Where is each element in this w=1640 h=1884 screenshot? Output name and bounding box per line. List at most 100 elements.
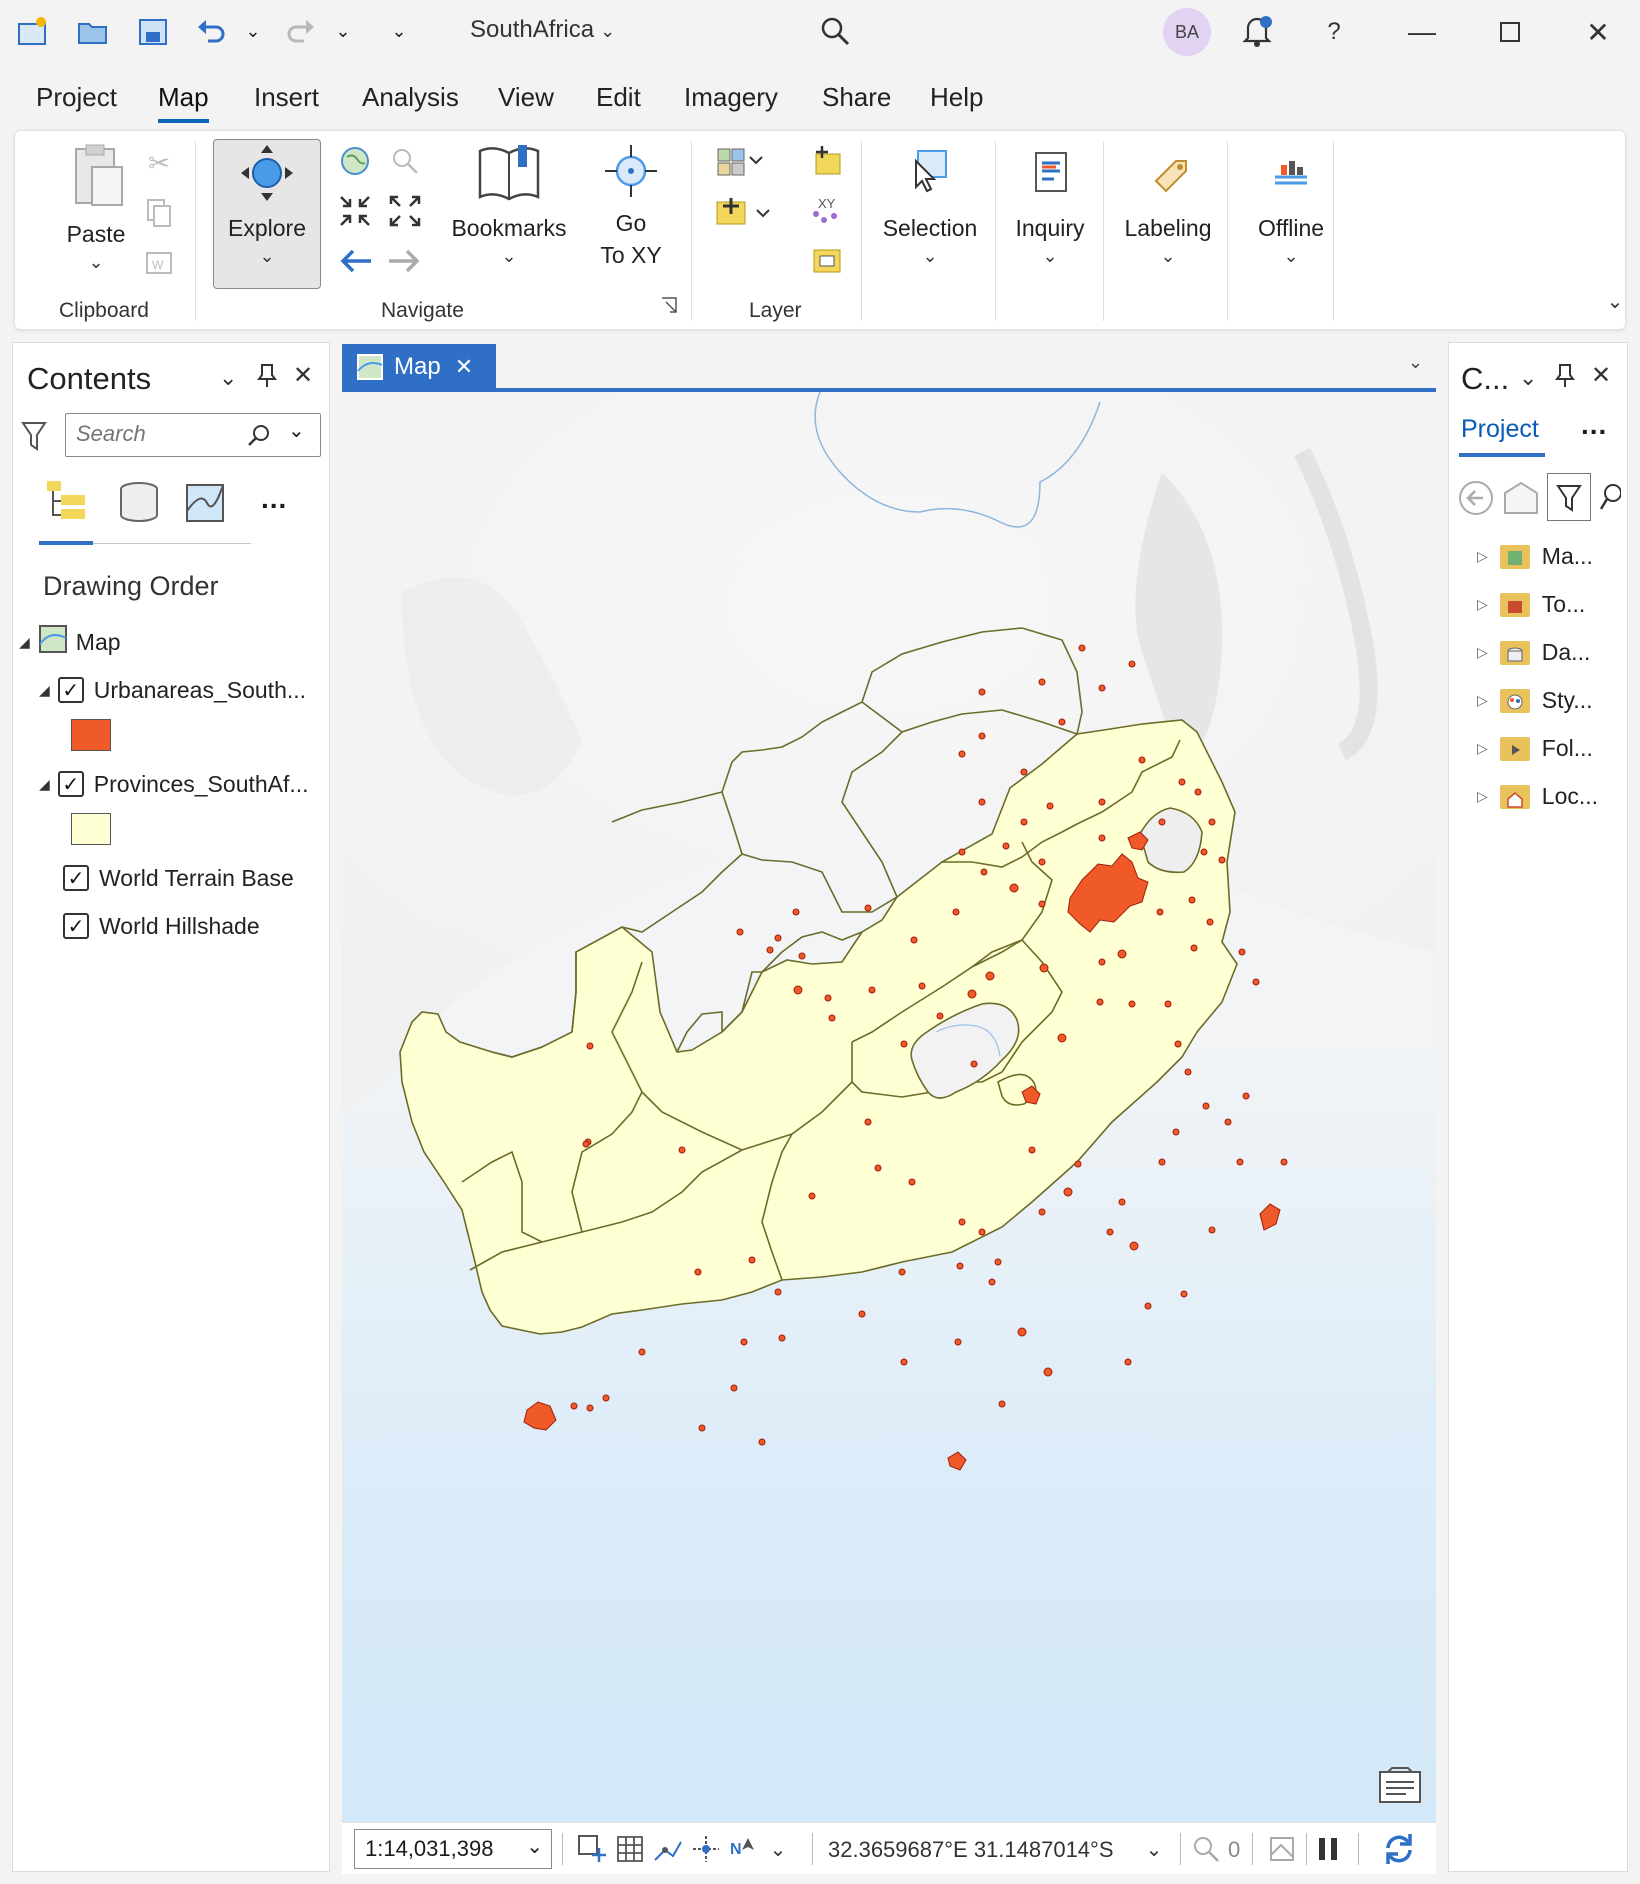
minimize-button[interactable]: — [1402,12,1442,52]
urban-area[interactable] [1200,848,1208,856]
tab-project[interactable]: Project [36,82,117,113]
urban-area[interactable] [1098,958,1106,966]
search-options-chevron-icon[interactable]: ⌄ [288,418,305,443]
tab-share[interactable]: Share [822,82,891,113]
urban-area[interactable] [858,1310,866,1318]
urban-area[interactable] [956,1262,964,1270]
next-extent-arrow-icon[interactable] [383,241,427,281]
urban-area[interactable] [570,1402,578,1410]
urban-area[interactable] [1009,883,1019,893]
urban-area[interactable] [998,1400,1006,1408]
urban-area[interactable] [1218,856,1226,864]
snapping-icon[interactable] [652,1833,684,1865]
urban-area[interactable] [1043,1367,1053,1377]
redo-dropdown-chevron-icon[interactable]: ⌄ [326,14,360,48]
catalog-item-maps[interactable]: ▷ Ma... [1477,543,1593,570]
save-project-icon[interactable] [136,14,170,48]
layer-visibility-checkbox[interactable]: ✓ [63,865,89,891]
project-title-dropdown[interactable]: SouthAfrica ⌄ [470,16,615,44]
filter-icon[interactable] [21,419,47,458]
urban-area[interactable] [678,1146,686,1154]
urban-area[interactable] [774,1288,782,1296]
coordinate-format-chevron-icon[interactable]: ⌄ [1138,1833,1170,1865]
urban-area[interactable] [1074,1160,1082,1168]
urban-area[interactable] [792,908,800,916]
urban-area[interactable] [874,1164,882,1172]
urban-area[interactable] [1063,1187,1073,1197]
urban-area[interactable] [1252,978,1260,986]
urban-area[interactable] [988,1278,996,1286]
close-pane-icon[interactable]: ✕ [293,361,313,390]
urban-area[interactable] [1038,858,1046,866]
urban-area[interactable] [1118,1198,1126,1206]
urban-area[interactable] [1208,1226,1216,1234]
expand-triangle-icon[interactable]: ▷ [1477,788,1488,805]
urban-area[interactable] [980,868,988,876]
list-by-source-database-icon[interactable] [117,481,161,530]
urban-area[interactable] [1117,949,1127,959]
tab-map[interactable]: Map [158,82,209,123]
urban-area[interactable] [1038,678,1046,686]
urban-area[interactable] [910,936,918,944]
catalog-more-options-button[interactable]: ... [1581,409,1607,441]
urban-area[interactable] [1156,908,1164,916]
layer-visibility-checkbox[interactable]: ✓ [57,677,84,703]
add-data-icon[interactable] [711,193,777,233]
redo-icon[interactable] [284,14,318,48]
contents-search-input[interactable] [76,414,246,454]
urban-area[interactable] [1188,896,1196,904]
more-options-button[interactable]: ... [261,483,287,515]
list-by-selection-icon[interactable] [183,481,227,530]
help-button[interactable]: ? [1314,12,1354,52]
search-icon[interactable] [818,14,852,48]
urban-area[interactable] [1078,644,1086,652]
urban-area[interactable] [1164,1000,1172,1008]
map-overview-icon[interactable] [1378,1766,1422,1811]
provinces-symbol-swatch[interactable] [71,813,111,845]
map-layout-icon[interactable] [1266,1833,1298,1865]
collapse-triangle-icon[interactable]: ◢ [19,634,30,651]
urban-area[interactable] [1138,756,1146,764]
urban-area[interactable] [900,1358,908,1366]
xy-data-icon[interactable]: XY [805,191,849,231]
collapse-ribbon-chevron-icon[interactable]: ⌄ [1593,281,1637,321]
catalog-item-databases[interactable]: ▷ Da... [1477,639,1590,666]
urban-area[interactable] [602,1394,610,1402]
add-to-selection-icon[interactable] [576,1833,608,1865]
inquiry-button[interactable]: Inquiry ⌄ [1005,143,1095,267]
selected-features-icon[interactable] [1190,1833,1222,1865]
tab-help[interactable]: Help [930,82,983,113]
urban-area[interactable] [1184,1068,1192,1076]
urban-area[interactable] [952,908,960,916]
urban-area[interactable] [1190,944,1198,952]
pane-options-chevron-icon[interactable]: ⌄ [1519,365,1537,391]
expand-triangle-icon[interactable]: ▷ [1477,596,1488,613]
catalog-item-locators[interactable]: ▷ Loc... [1477,783,1598,810]
urban-area[interactable] [758,1438,766,1446]
expand-triangle-icon[interactable]: ▷ [1477,644,1488,661]
urban-area[interactable] [1242,1092,1250,1100]
urban-area[interactable] [808,1192,816,1200]
urban-area[interactable] [730,1384,738,1392]
urban-area[interactable] [1096,998,1104,1006]
navigate-dialog-launcher-icon[interactable] [655,291,683,319]
labeling-button[interactable]: Labeling ⌄ [1115,143,1221,267]
undo-icon[interactable] [194,14,228,48]
urban-area[interactable] [793,985,803,995]
catalog-item-toolboxes[interactable]: ▷ To... [1477,591,1585,618]
copy-icon[interactable] [137,193,181,233]
urban-area[interactable] [824,994,832,1002]
urban-area[interactable] [1202,1102,1210,1110]
pane-options-chevron-icon[interactable]: ⌄ [219,365,237,391]
collapse-triangle-icon[interactable]: ◢ [39,682,50,699]
urban-area[interactable] [958,1218,966,1226]
layer-row-urbanareas[interactable]: ◢ ✓ Urbanareas_South... [39,673,306,707]
layer-visibility-checkbox[interactable]: ✓ [57,771,84,797]
expand-triangle-icon[interactable]: ▷ [1477,692,1488,709]
tab-imagery[interactable]: Imagery [684,82,778,113]
urban-area[interactable] [1106,1228,1114,1236]
close-tab-icon[interactable]: ✕ [455,354,473,380]
urban-area[interactable] [978,1228,986,1236]
urban-area[interactable] [1128,660,1136,668]
urban-area[interactable] [985,971,995,981]
